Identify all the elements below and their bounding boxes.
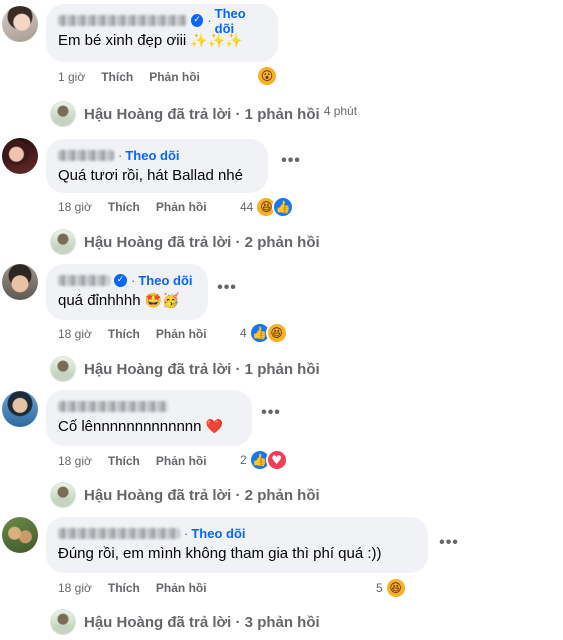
avatar[interactable] bbox=[2, 264, 38, 300]
reaction-count: 4 bbox=[240, 326, 247, 340]
haha-icon: 😆 bbox=[384, 577, 407, 599]
comment-thread: Cố lênnnnnnnnnnnnn ❤️ ••• 18 giờ Thích P… bbox=[0, 385, 563, 512]
comment-bubble: ✓ · Theo dõi Em bé xinh đẹp ơiii ✨✨✨ bbox=[46, 4, 278, 62]
comment-time[interactable]: 18 giờ bbox=[58, 454, 92, 468]
commenter-name-blurred[interactable] bbox=[58, 150, 114, 161]
avatar[interactable] bbox=[2, 391, 38, 427]
comment-bubble: · Theo dõi Đúng rồi, em mình không tham … bbox=[46, 517, 428, 573]
comment-text: quá đỉnhhhh 🤩🥳 bbox=[58, 291, 196, 311]
comment-bubble: · Theo dõi Quá tươi rồi, hát Ballad nhé bbox=[46, 139, 268, 193]
like-button[interactable]: Thích bbox=[108, 454, 140, 468]
replier-avatar bbox=[50, 609, 76, 635]
commenter-name-blurred[interactable] bbox=[58, 275, 110, 286]
reaction-count: 5 bbox=[376, 581, 383, 595]
comment-author-row: · Theo dõi bbox=[58, 525, 416, 542]
comment-author-row: ✓ · Theo dõi bbox=[58, 272, 196, 289]
more-options-button[interactable]: ••• bbox=[214, 278, 240, 304]
comment-time[interactable]: 18 giờ bbox=[58, 200, 92, 214]
view-replies-link[interactable]: Hậu Hoàng đã trả lời · 1 phản hồi bbox=[84, 361, 320, 378]
comment-actions: 18 giờ Thích Phản hồi bbox=[58, 454, 223, 468]
reply-time: 4 phút bbox=[323, 104, 358, 118]
comment-time[interactable]: 18 giờ bbox=[58, 581, 92, 595]
comment-text: Quá tươi rồi, hát Ballad nhé bbox=[58, 167, 243, 184]
view-replies-link[interactable]: Hậu Hoàng đã trả lời · 2 phản hồi bbox=[84, 487, 320, 504]
separator-dot: · bbox=[118, 148, 123, 163]
comment-actions: 1 giờ Thích Phản hồi bbox=[58, 70, 216, 84]
reply-button[interactable]: Phản hồi bbox=[149, 70, 200, 84]
view-replies-link[interactable]: Hậu Hoàng đã trả lời · 2 phản hồi bbox=[84, 234, 320, 251]
reaction-summary[interactable]: 2 👍 ♥ bbox=[240, 449, 288, 471]
commenter-name-blurred[interactable] bbox=[58, 15, 187, 26]
replier-avatar bbox=[50, 229, 76, 255]
comment-bubble: ✓ · Theo dõi quá đỉnhhhh 🤩🥳 bbox=[46, 264, 208, 320]
more-options-button[interactable]: ••• bbox=[436, 533, 462, 559]
view-replies-row[interactable]: Hậu Hoàng đã trả lời · 1 phản hồi 4 phút bbox=[50, 101, 357, 127]
reaction-summary[interactable]: 5 😆 bbox=[376, 577, 407, 599]
follow-button[interactable]: Theo dõi bbox=[125, 148, 179, 163]
comment-bubble: Cố lênnnnnnnnnnnnn ❤️ bbox=[46, 390, 252, 446]
haha-icon: 😆 bbox=[265, 322, 288, 344]
comment-text-content: Cố lênnnnnnnnnnnnn bbox=[58, 418, 202, 435]
like-icon: 👍 bbox=[272, 196, 295, 218]
commenter-name-blurred[interactable] bbox=[58, 401, 168, 412]
comment-actions: 18 giờ Thích Phản hồi bbox=[58, 327, 223, 341]
heart-emoji: ❤️ bbox=[205, 419, 224, 435]
reply-button[interactable]: Phản hồi bbox=[156, 454, 207, 468]
view-replies-row[interactable]: Hậu Hoàng đã trả lời · 3 phản hồi bbox=[50, 609, 320, 635]
comment-text-content: Em bé xinh đẹp ơiii bbox=[58, 32, 187, 49]
like-button[interactable]: Thích bbox=[108, 581, 140, 595]
more-options-button[interactable]: ••• bbox=[258, 403, 284, 429]
reaction-count: 2 bbox=[240, 453, 247, 467]
comment-time[interactable]: 1 giờ bbox=[58, 70, 85, 84]
starstruck-emoji: 🤩🥳 bbox=[144, 293, 180, 309]
love-icon: ♥ bbox=[265, 449, 288, 471]
separator-dot: · bbox=[184, 526, 189, 541]
comment-author-row: ✓ · Theo dõi bbox=[58, 6, 266, 36]
comment-text: Đúng rồi, em mình không tham gia thì phí… bbox=[58, 545, 382, 562]
reply-button[interactable]: Phản hồi bbox=[156, 200, 207, 214]
avatar[interactable] bbox=[2, 6, 38, 42]
avatar[interactable] bbox=[2, 138, 38, 174]
separator-dot: · bbox=[131, 273, 136, 288]
comment-thread: ✓ · Theo dõi quá đỉnhhhh 🤩🥳 ••• 18 giờ T… bbox=[0, 260, 563, 387]
comment-author-row: · Theo dõi bbox=[58, 147, 256, 164]
sparkles-emoji: ✨✨✨ bbox=[190, 33, 243, 49]
like-button[interactable]: Thích bbox=[101, 70, 133, 84]
replier-avatar bbox=[50, 101, 76, 127]
comment-time[interactable]: 18 giờ bbox=[58, 327, 92, 341]
avatar[interactable] bbox=[2, 517, 38, 553]
separator-dot: · bbox=[207, 13, 212, 28]
verified-badge-icon: ✓ bbox=[190, 14, 204, 27]
follow-button[interactable]: Theo dõi bbox=[138, 273, 192, 288]
reply-button[interactable]: Phản hồi bbox=[156, 327, 207, 341]
reaction-summary[interactable]: 44 😆 👍 bbox=[240, 196, 295, 218]
reply-button[interactable]: Phản hồi bbox=[156, 581, 207, 595]
like-button[interactable]: Thích bbox=[108, 327, 140, 341]
view-replies-row[interactable]: Hậu Hoàng đã trả lời · 1 phản hồi bbox=[50, 356, 320, 382]
follow-button[interactable]: Theo dõi bbox=[191, 526, 245, 541]
replier-avatar bbox=[50, 356, 76, 382]
view-replies-link[interactable]: Hậu Hoàng đã trả lời · 3 phản hồi bbox=[84, 614, 320, 631]
comment-actions: 18 giờ Thích Phản hồi bbox=[58, 581, 223, 595]
like-button[interactable]: Thích bbox=[108, 200, 140, 214]
view-replies-link[interactable]: Hậu Hoàng đã trả lời · 1 phản hồi bbox=[84, 106, 320, 123]
view-replies-row[interactable]: Hậu Hoàng đã trả lời · 2 phản hồi bbox=[50, 229, 320, 255]
verified-badge-icon: ✓ bbox=[114, 274, 127, 287]
comment-text: Em bé xinh đẹp ơiii ✨✨✨ bbox=[58, 31, 266, 51]
more-options-button[interactable]: ••• bbox=[278, 151, 304, 177]
comment-thread: · Theo dõi Đúng rồi, em mình không tham … bbox=[0, 513, 563, 640]
reaction-summary[interactable]: 4 👍 😆 bbox=[240, 322, 288, 344]
comment-thread: · Theo dõi Quá tươi rồi, hát Ballad nhé … bbox=[0, 132, 563, 259]
wow-icon: 😮 bbox=[256, 65, 278, 87]
comment-actions: 18 giờ Thích Phản hồi bbox=[58, 200, 223, 214]
reaction-summary[interactable]: 😮 bbox=[256, 65, 278, 87]
reaction-count: 44 bbox=[240, 200, 254, 214]
comment-author-row bbox=[58, 398, 240, 415]
commenter-name-blurred[interactable] bbox=[58, 528, 180, 539]
comment-text-content: quá đỉnhhhh bbox=[58, 292, 141, 309]
view-replies-row[interactable]: Hậu Hoàng đã trả lời · 2 phản hồi bbox=[50, 482, 320, 508]
comment-thread: ✓ · Theo dõi Em bé xinh đẹp ơiii ✨✨✨ 1 g… bbox=[0, 0, 563, 127]
comment-text: Cố lênnnnnnnnnnnnn ❤️ bbox=[58, 417, 240, 437]
replier-avatar bbox=[50, 482, 76, 508]
